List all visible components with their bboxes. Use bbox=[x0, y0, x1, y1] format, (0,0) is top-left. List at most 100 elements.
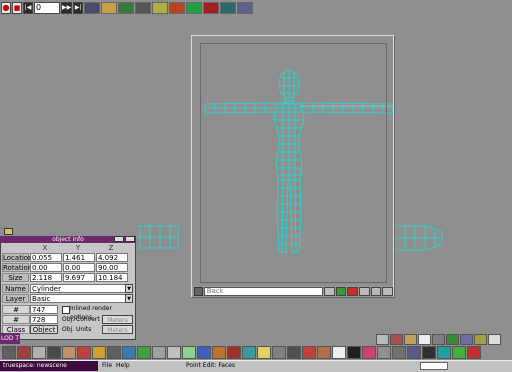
name-dropdown-arrow-icon[interactable]: ▼ bbox=[125, 284, 133, 293]
path-icon[interactable] bbox=[101, 1, 118, 14]
cube-icon[interactable] bbox=[122, 346, 136, 359]
size-z-field[interactable]: 10.184 bbox=[96, 273, 128, 282]
top-toolbar: ● ■ |◀ 0 ▶▶ ▶| bbox=[0, 0, 512, 15]
viewport-status-bar: Back bbox=[192, 286, 394, 297]
vertices-label: # vertices bbox=[2, 305, 31, 323]
sweep-icon[interactable] bbox=[432, 333, 445, 345]
eye-icon[interactable] bbox=[422, 346, 436, 359]
viewport-zoom-button[interactable] bbox=[335, 287, 347, 296]
exit-icon[interactable] bbox=[467, 346, 481, 359]
render-scene-icon[interactable] bbox=[302, 346, 316, 359]
size-y-field[interactable]: 9.697 bbox=[63, 273, 95, 282]
select-icon[interactable] bbox=[376, 333, 389, 345]
name-field[interactable]: Cylinder bbox=[30, 284, 128, 293]
undo-icon[interactable] bbox=[488, 333, 501, 345]
torus-icon[interactable] bbox=[137, 346, 151, 359]
viewport-pan-button[interactable] bbox=[370, 287, 382, 296]
viewport-safe-frame bbox=[200, 43, 387, 283]
light-bulb-icon[interactable] bbox=[257, 346, 271, 359]
plane-icon[interactable] bbox=[152, 346, 166, 359]
meters-button-1[interactable]: Meters bbox=[102, 315, 133, 324]
obj-convert-label: Obj. Convert bbox=[62, 316, 100, 323]
inlined-render-checkbox[interactable] bbox=[62, 306, 70, 314]
model-hand-right bbox=[395, 225, 443, 251]
viewport-render-button[interactable] bbox=[347, 287, 359, 296]
tip-icon[interactable] bbox=[446, 333, 459, 345]
lathe-icon[interactable] bbox=[460, 333, 473, 345]
location-x-field[interactable]: 0.055 bbox=[30, 253, 62, 262]
viewport-rotate-button[interactable] bbox=[382, 287, 394, 296]
camera-object-icon[interactable] bbox=[287, 346, 301, 359]
sphere-green-icon[interactable] bbox=[452, 346, 466, 359]
play-button[interactable]: ▶▶ bbox=[61, 1, 73, 14]
layer-icon[interactable] bbox=[407, 346, 421, 359]
render-icon[interactable] bbox=[169, 1, 186, 14]
folder-icon[interactable] bbox=[4, 228, 13, 235]
text-icon[interactable] bbox=[167, 346, 181, 359]
file-menu[interactable]: File bbox=[102, 361, 112, 371]
rotation-x-field[interactable]: 0.00 bbox=[30, 263, 62, 272]
faces-label: # faces bbox=[2, 315, 30, 333]
col-y-header: Y bbox=[75, 244, 81, 252]
material-ball-icon[interactable] bbox=[227, 346, 241, 359]
animation-icon[interactable] bbox=[118, 1, 135, 14]
deform-icon[interactable] bbox=[474, 333, 487, 345]
light-icon[interactable] bbox=[152, 1, 169, 14]
face-icon[interactable] bbox=[62, 346, 76, 359]
scale-icon[interactable] bbox=[47, 346, 61, 359]
camera-icon[interactable] bbox=[135, 1, 152, 14]
polygon-icon[interactable] bbox=[182, 346, 196, 359]
monitor-icon[interactable] bbox=[437, 346, 451, 359]
stop-button[interactable]: ■ bbox=[12, 1, 22, 14]
minimize-icon[interactable] bbox=[114, 236, 124, 242]
meters-button-2[interactable]: Meters bbox=[102, 325, 133, 334]
eye-move-icon[interactable] bbox=[17, 346, 31, 359]
object-info-title[interactable]: object info bbox=[0, 236, 136, 243]
viewport-camera-name[interactable]: Back bbox=[203, 287, 324, 296]
spot-light-icon[interactable] bbox=[272, 346, 286, 359]
frame-field[interactable]: 0 bbox=[34, 1, 60, 14]
faces-value: 728 bbox=[30, 315, 58, 324]
layer-field[interactable]: Basic bbox=[30, 294, 128, 303]
location-y-field[interactable]: 1.461 bbox=[63, 253, 95, 262]
boolean-icon[interactable] bbox=[212, 346, 226, 359]
first-frame-button[interactable]: |◀ bbox=[23, 1, 33, 14]
location-z-field[interactable]: 4.092 bbox=[96, 253, 128, 262]
col-z-header: Z bbox=[108, 244, 114, 252]
grid-icon[interactable] bbox=[418, 333, 431, 345]
help-icon[interactable] bbox=[332, 346, 346, 359]
layer-dropdown-arrow-icon[interactable]: ▼ bbox=[125, 294, 133, 303]
cylinder-icon[interactable] bbox=[92, 346, 106, 359]
rotation-y-field[interactable]: 0.00 bbox=[63, 263, 95, 272]
app-title: truespace: newscene bbox=[0, 361, 98, 371]
sphere-icon[interactable] bbox=[77, 346, 91, 359]
last-frame-button[interactable]: ▶| bbox=[73, 1, 84, 14]
scene-icon[interactable] bbox=[237, 1, 254, 14]
gear-icon[interactable] bbox=[392, 346, 406, 359]
viewport-grid-button[interactable] bbox=[359, 287, 370, 296]
object-tool-icon[interactable] bbox=[2, 346, 16, 359]
rotation-z-field[interactable]: 90.00 bbox=[96, 263, 128, 272]
bevel-icon[interactable] bbox=[404, 333, 417, 345]
record-button[interactable]: ● bbox=[1, 1, 11, 14]
texture-icon[interactable] bbox=[242, 346, 256, 359]
cone-icon[interactable] bbox=[107, 346, 121, 359]
wire-icon[interactable] bbox=[377, 346, 391, 359]
size-x-field[interactable]: 2.118 bbox=[30, 273, 62, 282]
help-menu[interactable]: Help bbox=[116, 361, 130, 371]
face-head-icon[interactable] bbox=[317, 346, 331, 359]
paint-icon[interactable] bbox=[203, 1, 220, 14]
tools-icon[interactable] bbox=[220, 1, 237, 14]
keyframe-editor-icon[interactable] bbox=[84, 1, 101, 14]
viewport-view-button[interactable] bbox=[324, 287, 335, 296]
rotate-icon[interactable] bbox=[32, 346, 46, 359]
figure-icon[interactable] bbox=[347, 346, 361, 359]
close-icon[interactable] bbox=[125, 236, 135, 242]
bottom-toolbar bbox=[0, 345, 512, 360]
lod-panel-tab[interactable]: LOD T bbox=[0, 333, 20, 344]
material-icon[interactable] bbox=[186, 1, 203, 14]
magnet-icon[interactable] bbox=[390, 333, 403, 345]
color-icon[interactable] bbox=[362, 346, 376, 359]
spline-icon[interactable] bbox=[197, 346, 211, 359]
camera-icon[interactable] bbox=[194, 287, 203, 296]
